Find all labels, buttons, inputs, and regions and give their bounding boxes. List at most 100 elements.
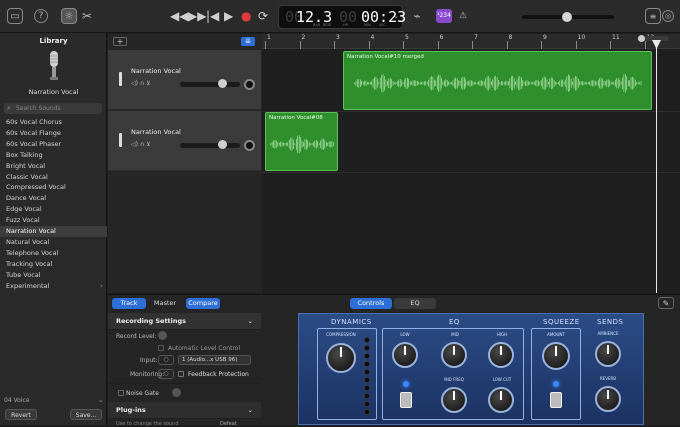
scissors-icon[interactable]: ✂ [79,8,95,24]
tab-eq[interactable]: EQ [394,298,436,309]
library-item[interactable]: Experimental [0,281,107,292]
cycle-icon[interactable]: ⟳ [258,9,268,23]
noise-gate-slider[interactable] [172,388,181,397]
library-item[interactable]: Natural Vocal [0,237,107,248]
notepad-icon[interactable]: ≡ [645,8,661,24]
mid-knob[interactable] [441,342,467,368]
go-to-start-icon[interactable]: |◀ [206,9,219,23]
library-item[interactable]: Edge Vocal [0,204,107,215]
squeeze-toggle-switch[interactable] [550,392,562,408]
record-level-label: Record Level: [116,333,157,340]
arrange-area[interactable]: 123456789101112 Narration Vocal#10 merge… [262,34,680,293]
lcd-display[interactable]: 00 12.3 BAR BEAT 00 00:23 HR MIN SEC ⌄ [278,5,406,29]
track-headers: + ⇊ Narration Vocal ◁) ∩ ⊻ Narration Voc… [108,34,262,293]
record-enable-icon[interactable]: ⊻ [146,80,150,87]
chevron-down-icon[interactable]: ⌄ [393,12,399,20]
library-item[interactable]: Tracking Vocal [0,259,107,270]
master-volume-slider[interactable] [522,12,614,22]
library-item[interactable]: Telephone Vocal [0,248,107,259]
playhead[interactable] [656,40,657,293]
noise-gate-checkbox[interactable] [118,390,124,396]
eq-toggle-switch[interactable] [400,392,412,408]
play-icon[interactable]: ▶ [224,9,233,23]
track-volume-knob[interactable] [218,140,227,149]
chevron-down-icon[interactable]: ⌄ [248,402,253,419]
tab-compare[interactable]: Compare [186,298,220,309]
lane-divider [262,172,680,173]
input-select[interactable]: 1 (Audio...x USB 96) [178,355,251,365]
zoom-slider-knob[interactable] [638,35,645,42]
defeat-label[interactable]: Defeat [220,421,237,427]
mute-icon[interactable]: ◁) [131,80,138,87]
tab-track[interactable]: Track [112,298,146,309]
record-icon[interactable]: ● [241,9,251,23]
pan-knob[interactable] [244,140,255,151]
tuner-icon[interactable]: ⌁ [409,8,425,24]
lcd-sec-label: SEC [379,23,386,27]
reverb-knob[interactable] [595,386,621,412]
input-monitor-icon[interactable]: ○ [158,355,174,365]
library-item[interactable]: Bright Vocal [0,161,107,172]
revert-button[interactable]: Revert [5,409,37,420]
pencil-icon[interactable]: ✎ [658,297,674,309]
track-header[interactable]: Narration Vocal ◁) ∩ ⊻ [108,50,261,110]
recording-settings-header[interactable]: Recording Settings ⌄ [108,313,261,330]
add-track-button[interactable]: + [113,37,127,46]
squeeze-title: SQUEEZE [543,318,580,326]
fast-forward-icon[interactable]: ▶▶ [188,9,206,23]
ambience-knob[interactable] [595,341,621,367]
library-item[interactable]: 60s Vocal Chorus [0,117,107,128]
library-item[interactable]: Classic Vocal [0,172,107,183]
headphones-icon[interactable]: ∩ [140,80,144,87]
record-level-slider[interactable] [158,331,167,340]
filter-icon[interactable]: ⇊ [241,37,255,46]
auto-level-checkbox[interactable] [158,345,164,351]
library-item[interactable]: Fuzz Vocal [0,215,107,226]
track-volume-knob[interactable] [218,79,227,88]
quick-help-icon[interactable]: ? [34,9,48,23]
library-item[interactable]: Tube Vocal [0,270,107,281]
library-item[interactable]: Dance Vocal [0,193,107,204]
metronome-icon[interactable]: ⚠ [455,8,471,24]
ruler[interactable]: 123456789101112 [262,34,680,49]
library-item[interactable]: Box Talking [0,150,107,161]
track-volume-slider[interactable] [180,79,240,88]
amount-knob[interactable] [542,342,570,370]
headphones-icon[interactable]: ∩ [140,141,144,148]
count-in-badge[interactable]: ¹234 [436,9,452,23]
library-icon[interactable]: ▭ [7,8,23,24]
waveform-path [270,135,334,154]
search-input[interactable]: ⌕ Search Sounds [4,103,102,114]
monitoring-toggle[interactable]: ○ [158,369,174,379]
smart-controls-icon[interactable]: ☼ [61,8,77,24]
compression-knob[interactable] [326,343,356,373]
audio-region[interactable]: Narration Vocal#10 merged [343,51,652,110]
pan-knob[interactable] [244,79,255,90]
low-knob[interactable] [392,342,418,368]
feedback-protection-checkbox[interactable] [178,371,184,377]
tab-controls[interactable]: Controls [350,298,392,309]
audio-region[interactable]: Narration Vocal#08 [265,112,338,171]
library-item[interactable]: Narration Vocal [0,226,107,237]
plugins-header[interactable]: Plug-ins ⌄ [108,402,261,419]
master-volume-knob[interactable] [562,12,572,22]
record-enable-icon[interactable]: ⊻ [146,141,150,148]
library-item[interactable]: 60s Vocal Phaser [0,139,107,150]
mute-icon[interactable]: ◁) [131,141,138,148]
save-button[interactable]: Save... [70,409,102,420]
rewind-icon[interactable]: ◀◀ [170,9,188,23]
mid-freq-knob[interactable] [441,387,467,413]
library-item[interactable]: Compressed Vocal [0,182,107,193]
track-header[interactable]: Narration Vocal ◁) ∩ ⊻ [108,111,261,171]
low-cut-knob[interactable] [488,387,514,413]
loop-browser-icon[interactable]: ◎ [662,10,674,22]
library-item[interactable]: 60s Vocal Flange [0,128,107,139]
tab-master[interactable]: Master [148,298,182,309]
chevron-down-icon[interactable]: ⌄ [248,313,253,330]
high-knob[interactable] [488,342,514,368]
chevron-right-icon[interactable]: › [100,282,103,290]
eq-led [403,381,409,387]
mid-freq-label: MID FREQ [444,377,464,382]
track-volume-slider[interactable] [180,140,240,149]
chevron-down-icon[interactable]: ⌄ [98,396,104,404]
